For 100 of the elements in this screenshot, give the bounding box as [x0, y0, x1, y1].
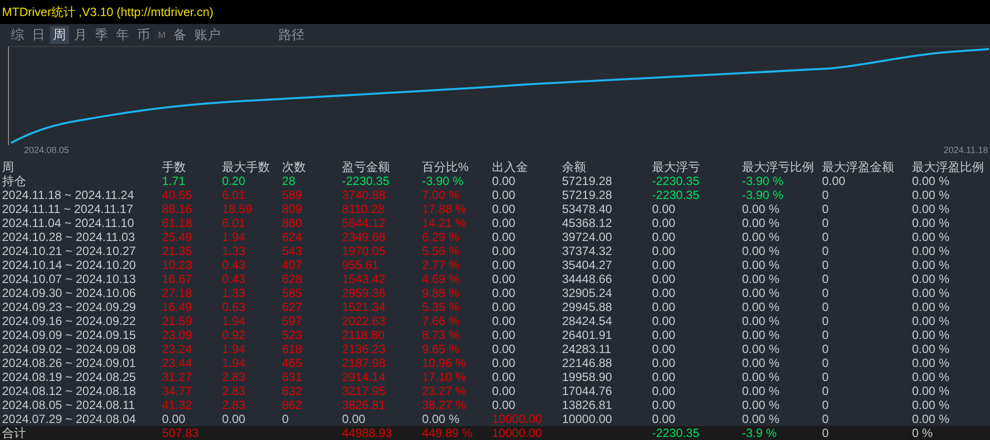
table-cell-text: 860	[282, 216, 304, 230]
table-cell-text: 0.00 %	[912, 272, 950, 286]
table-cell-text: 589	[282, 188, 304, 202]
table-cell-text: 0.00 %	[742, 356, 780, 370]
table-cell-text: 2024.08.26 ~ 2024.09.01	[2, 356, 137, 370]
table-cell-text: 0	[822, 426, 830, 440]
table-cell-text: 2024.10.14 ~ 2024.10.20	[2, 258, 137, 272]
column-header: 最大浮亏比例	[742, 160, 815, 174]
table-cell-text: 23.24	[162, 342, 194, 356]
table-cell-text: 627	[282, 300, 304, 314]
tab[interactable]: 日	[29, 26, 48, 44]
table-cell-text: 23.09	[162, 328, 194, 342]
table-cell-text: 17.10 %	[422, 370, 468, 384]
table-cell-text: 1.71	[162, 174, 186, 188]
tab[interactable]: 路径	[276, 26, 308, 44]
table-cell-text: 0	[822, 370, 830, 384]
tab[interactable]: 综	[8, 26, 27, 44]
table-cell-text: 0.00 %	[912, 412, 950, 426]
table-cell-text: 0	[822, 188, 830, 202]
table-cell-text: 0	[822, 328, 830, 342]
table-cell-text: 631	[282, 370, 304, 384]
table-cell-text: 0	[822, 342, 830, 356]
table-cell-text: 0.00	[492, 356, 516, 370]
table-cell-text: 0.00 %	[912, 216, 950, 230]
table-cell-text: 2024.10.21 ~ 2024.10.27	[2, 244, 137, 258]
table-cell-text: 0.00 %	[912, 356, 950, 370]
tab[interactable]: 账户	[192, 26, 224, 44]
table-cell-text: 809	[282, 202, 304, 216]
tab[interactable]: 月	[71, 26, 90, 44]
table-cell-text: -2230.35	[342, 174, 390, 188]
table-cell-text: 0.00 %	[912, 244, 950, 258]
column-header: 次数	[282, 160, 307, 174]
table-cell-text: 6.01	[222, 188, 246, 202]
table-cell-text: 41.32	[162, 398, 194, 412]
table-cell-text: 1970.05	[342, 244, 386, 258]
tab[interactable]: M	[155, 26, 168, 44]
table-cell-text: 0	[822, 300, 830, 314]
table-cell-text: -2230.35	[652, 426, 700, 440]
table-cell-text: 2187.98	[342, 356, 386, 370]
table-cell-text: 44988.93	[342, 426, 394, 440]
axis-label: 2024.08.05	[24, 145, 70, 156]
table-cell-text: 0.00 %	[742, 244, 780, 258]
table-cell-text: 53478.40	[562, 202, 614, 216]
table-cell-text: 0.63	[222, 300, 246, 314]
table-cell-text: 27.18	[162, 286, 194, 300]
table-cell-text: 5644.12	[342, 216, 386, 230]
table-cell-text: 507.83	[162, 426, 200, 440]
table-cell-text: 0.00 %	[912, 286, 950, 300]
table-cell-text: -3.90 %	[742, 174, 784, 188]
table-cell-text: 1.94	[222, 314, 246, 328]
column-header: 盈亏金额	[342, 160, 391, 174]
table-cell-text: 0.00	[492, 188, 516, 202]
table-cell-text: 10.96 %	[422, 356, 468, 370]
table-cell-text: 0.00	[342, 412, 366, 426]
table-cell-text: 0.00 %	[912, 300, 950, 314]
table-cell-text: 0 %	[912, 426, 934, 440]
table-cell-text: 0.00 %	[912, 258, 950, 272]
table-cell-text: 0.00 %	[912, 202, 950, 216]
table-cell-text: 0.92	[222, 328, 246, 342]
table-cell-text: 持仓	[2, 174, 27, 188]
table-cell-text: 40.65	[162, 188, 194, 202]
table-cell-text: 0.00 %	[912, 398, 950, 412]
table-cell-text: 407	[282, 258, 304, 272]
table-cell-text: 2024.11.11 ~ 2024.11.17	[2, 202, 134, 216]
table-cell-text: 0.00	[652, 244, 676, 258]
table-cell-text: 0.00 %	[742, 370, 780, 384]
tab[interactable]: 年	[113, 26, 132, 44]
table-cell-text: 8.73 %	[422, 328, 460, 342]
table-cell-text: 0.00 %	[742, 314, 780, 328]
table-cell-text: 9.88 %	[422, 286, 460, 300]
tab[interactable]: 周	[50, 26, 69, 44]
table-cell-text: 2.77 %	[422, 258, 460, 272]
tab[interactable]: 季	[92, 26, 111, 44]
tab[interactable]: 备	[170, 26, 190, 44]
table-cell-text: 19958.90	[562, 370, 614, 384]
column-header: 最大浮盈比例	[912, 160, 985, 174]
table-cell-text: 2024.08.12 ~ 2024.08.18	[2, 384, 137, 398]
table-cell-text: 0.00	[492, 244, 516, 258]
table-cell-text: 2.83	[222, 398, 246, 412]
table-cell-text: 7.00 %	[422, 188, 460, 202]
table-cell-text: 0	[822, 412, 830, 426]
table-cell-text: 0.00	[492, 202, 516, 216]
table-cell-text: 449.89 %	[422, 426, 474, 440]
table-cell-text: 0	[822, 286, 830, 300]
table-cell-text: 0.00 %	[742, 412, 780, 426]
table-cell-text: 2118.80	[342, 328, 386, 342]
table-cell-text: 10000.00	[492, 412, 544, 426]
tab[interactable]: 币	[134, 26, 153, 44]
table-cell-text: 2.83	[222, 370, 246, 384]
table-cell-text: 17.88 %	[422, 202, 468, 216]
table-cell-text: 0.00 %	[742, 230, 780, 244]
table-cell-text: 0.00 %	[912, 342, 950, 356]
table-cell-text: 0.43	[222, 272, 246, 286]
table-cell-text: 0	[822, 272, 830, 286]
table-cell-text: 25.49	[162, 230, 194, 244]
table-cell-text: 0.00	[652, 412, 676, 426]
table-cell-text: 0.00	[652, 216, 676, 230]
table-cell-text: 61.18	[162, 216, 194, 230]
table-cell-text: -3.9 %	[742, 426, 778, 440]
table-cell-text: 585	[282, 286, 304, 300]
